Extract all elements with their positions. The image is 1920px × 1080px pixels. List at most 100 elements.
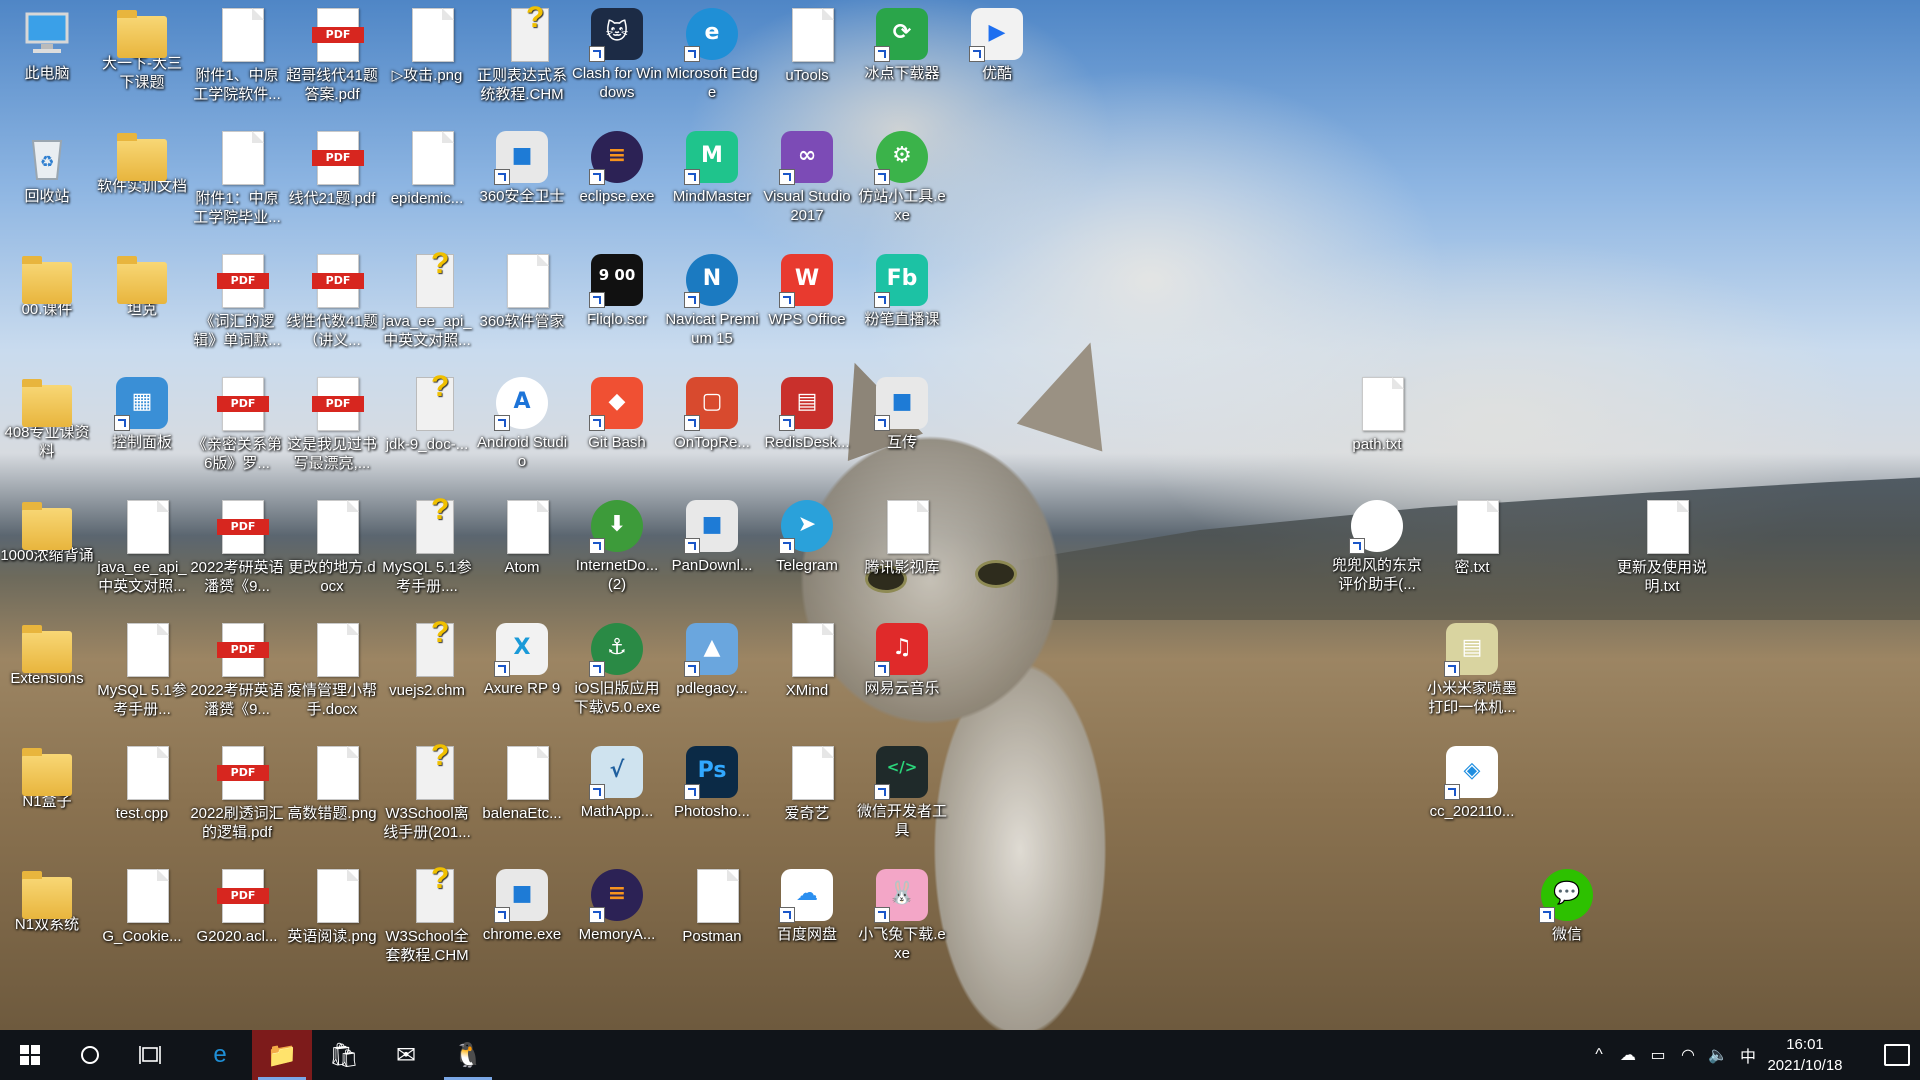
- desktop-icon[interactable]: PDF 线代21题.pdf: [285, 125, 379, 208]
- desktop-icon[interactable]: PDF 线性代数41题（讲义...: [285, 248, 379, 350]
- desktop-icon[interactable]: ♫ 网易云音乐: [855, 617, 949, 698]
- desktop-icon[interactable]: ? W3School离线手册(201...: [380, 739, 474, 842]
- desktop-icon[interactable]: ⟳ 冰点下载器: [855, 2, 949, 83]
- desktop-icon[interactable]: PDF 2022考研英语潘赟《9...: [190, 494, 284, 596]
- desktop-icon[interactable]: PDF 这是我见过书写最漂亮,...: [285, 371, 379, 473]
- desktop-icon[interactable]: ⚓ iOS旧版应用下载v5.0.exe: [570, 617, 664, 717]
- desktop-icon[interactable]: ? MySQL 5.1参考手册....: [380, 493, 474, 596]
- desktop-icon[interactable]: Postman: [665, 863, 759, 946]
- desktop-icon[interactable]: test.cpp: [95, 740, 189, 823]
- desktop-icon[interactable]: N1双系统: [0, 863, 94, 934]
- desktop-icon[interactable]: ▶ 优酷: [950, 2, 1044, 83]
- desktop-icon[interactable]: ➤ Telegram: [760, 494, 854, 575]
- desktop-icon[interactable]: 腾讯影视库: [855, 494, 949, 577]
- desktop-icon[interactable]: G_Cookie...: [95, 863, 189, 946]
- desktop-icon[interactable]: 408专业课资料: [0, 371, 94, 461]
- desktop-icon[interactable]: Extensions: [0, 617, 94, 688]
- desktop-icon[interactable]: balenaEtc...: [475, 740, 569, 823]
- desktop-icon[interactable]: ■ 360安全卫士: [475, 125, 569, 206]
- desktop-icon[interactable]: 高数错题.png: [285, 740, 379, 823]
- action-center-notification-icon[interactable]: [1884, 1044, 1910, 1066]
- taskbar-microsoft-store-button[interactable]: 🛍: [314, 1030, 374, 1080]
- desktop-icon[interactable]: 疫情管理小帮手.docx: [285, 617, 379, 719]
- desktop-icon[interactable]: java_ee_api_中英文对照...: [95, 494, 189, 596]
- taskbar-edge-button[interactable]: e: [190, 1030, 250, 1080]
- desktop-icon[interactable]: ▢ OnTopRe...: [665, 371, 759, 452]
- desktop-icon[interactable]: PDF 2022考研英语潘赟《9...: [190, 617, 284, 719]
- desktop-icon[interactable]: ▦ 控制面板: [95, 371, 189, 452]
- taskbar-qq-button[interactable]: 🐧: [438, 1030, 498, 1080]
- tray-overflow-chevron-icon[interactable]: ^: [1585, 1046, 1613, 1064]
- desktop-icon[interactable]: M MindMaster: [665, 125, 759, 206]
- desktop-icon[interactable]: PDF 《亲密关系第6版》罗...: [190, 371, 284, 473]
- desktop-icon[interactable]: ⬇ InternetDo... (2): [570, 494, 664, 594]
- desktop-icon[interactable]: path.txt: [1330, 371, 1424, 454]
- desktop-icon[interactable]: Atom: [475, 494, 569, 577]
- taskbar-file-explorer-button[interactable]: 📁: [252, 1030, 312, 1080]
- desktop-icon[interactable]: ▤ 小米米家喷墨打印一体机...: [1425, 617, 1519, 717]
- desktop-icon[interactable]: ? 正则表达式系统教程.CHM: [475, 1, 569, 104]
- desktop-icon[interactable]: 此电脑: [0, 2, 94, 83]
- cortana-search-button[interactable]: [60, 1030, 120, 1080]
- wifi-icon[interactable]: ◠: [1673, 1045, 1703, 1065]
- desktop-icon[interactable]: ■ PanDownl...: [665, 494, 759, 575]
- desktop-icon[interactable]: e Microsoft Edge: [665, 2, 759, 102]
- desktop-icon[interactable]: PDF 2022刷透词汇的逻辑.pdf: [190, 740, 284, 842]
- taskbar-mail-button[interactable]: ✉: [376, 1030, 436, 1080]
- desktop-icon[interactable]: W WPS Office: [760, 248, 854, 329]
- desktop-icon[interactable]: ▷攻击.png: [380, 2, 474, 85]
- desktop-icon[interactable]: ■ 互传: [855, 371, 949, 452]
- desktop-icon[interactable]: 1000浓缩背诵: [0, 494, 94, 565]
- desktop-icon[interactable]: ■ chrome.exe: [475, 863, 569, 944]
- desktop-icon[interactable]: ▲ pdlegacy...: [665, 617, 759, 698]
- volume-muted-icon[interactable]: 🔈: [1703, 1045, 1733, 1065]
- desktop-icon[interactable]: ◆ Git Bash: [570, 371, 664, 452]
- taskbar-clock[interactable]: 16:01 2021/10/18: [1750, 1034, 1860, 1076]
- desktop-icon[interactable]: √ MathApp...: [570, 740, 664, 821]
- desktop-icon[interactable]: 附件1：中原工学院毕业...: [190, 125, 284, 227]
- desktop-icon[interactable]: ◈ cc_202110...: [1425, 740, 1519, 821]
- onedrive-cloud-icon[interactable]: ☁: [1613, 1045, 1643, 1065]
- desktop-icon[interactable]: 9 00 Fliqlo.scr: [570, 248, 664, 329]
- desktop-icon[interactable]: 爱奇艺: [760, 740, 854, 823]
- desktop-icon[interactable]: 软件实训文档: [95, 125, 189, 196]
- desktop-icon[interactable]: PDF 《词汇的逻辑》单词默...: [190, 248, 284, 350]
- desktop-icon[interactable]: 更新及使用说明.txt: [1615, 494, 1709, 596]
- desktop-icon[interactable]: 00.课件: [0, 248, 94, 319]
- desktop-icon[interactable]: ? vuejs2.chm: [380, 616, 474, 700]
- desktop-icon[interactable]: 密.txt: [1425, 494, 1519, 577]
- desktop-icon[interactable]: ☁ 百度网盘: [760, 863, 854, 944]
- desktop-icon[interactable]: MySQL 5.1参考手册...: [95, 617, 189, 719]
- desktop-icon[interactable]: ? java_ee_api_中英文对照...: [380, 247, 474, 350]
- desktop-icon[interactable]: ⚙ 仿站小工具.exe: [855, 125, 949, 225]
- desktop-icon[interactable]: PDF G2020.acl...: [190, 863, 284, 946]
- desktop-icon[interactable]: XMind: [760, 617, 854, 700]
- desktop-icon[interactable]: uTools: [760, 2, 854, 85]
- desktop-icon[interactable]: 🐱 Clash for Windows: [570, 2, 664, 102]
- desktop-icon[interactable]: ▤ RedisDesk...: [760, 371, 854, 452]
- desktop-icon[interactable]: 附件1、中原工学院软件...: [190, 2, 284, 104]
- desktop-icon[interactable]: X Axure RP 9: [475, 617, 569, 698]
- desktop-icon[interactable]: 🐰 小飞兔下载.exe: [855, 863, 949, 963]
- windows-start-button[interactable]: [0, 1030, 60, 1080]
- desktop-icon[interactable]: ∞ Visual Studio 2017: [760, 125, 854, 225]
- desktop-icon[interactable]: ≡ MemoryA...: [570, 863, 664, 944]
- task-view-button[interactable]: [120, 1030, 180, 1080]
- desktop-icon[interactable]: ≡ eclipse.exe: [570, 125, 664, 206]
- desktop-icon[interactable]: ? W3School全套教程.CHM: [380, 862, 474, 965]
- desktop-icon[interactable]: Fb 粉笔直播课: [855, 248, 949, 329]
- desktop-icon[interactable]: ? jdk-9_doc-...: [380, 370, 474, 454]
- desktop-icon[interactable]: 💬 微信: [1520, 863, 1614, 944]
- desktop-icon[interactable]: N Navicat Premium 15: [665, 248, 759, 348]
- desktop-icon[interactable]: ♻ 回收站: [0, 125, 94, 206]
- desktop-icon[interactable]: PDF 超哥线代41题答案.pdf: [285, 2, 379, 104]
- desktop-icon[interactable]: A Android Studio: [475, 371, 569, 471]
- desktop-icon[interactable]: 英语阅读.png: [285, 863, 379, 946]
- battery-icon[interactable]: ▭: [1643, 1045, 1673, 1065]
- desktop-icon[interactable]: </> 微信开发者工具: [855, 740, 949, 840]
- desktop-icon[interactable]: 更改的地方.docx: [285, 494, 379, 596]
- desktop-icon[interactable]: 360软件管家: [475, 248, 569, 331]
- desktop-icon[interactable]: 大一下-大三下课题: [95, 2, 189, 92]
- desktop-icon[interactable]: 坦克: [95, 248, 189, 319]
- desktop-icon[interactable]: 🐭 兜兜风的东京评价助手(...: [1330, 494, 1424, 594]
